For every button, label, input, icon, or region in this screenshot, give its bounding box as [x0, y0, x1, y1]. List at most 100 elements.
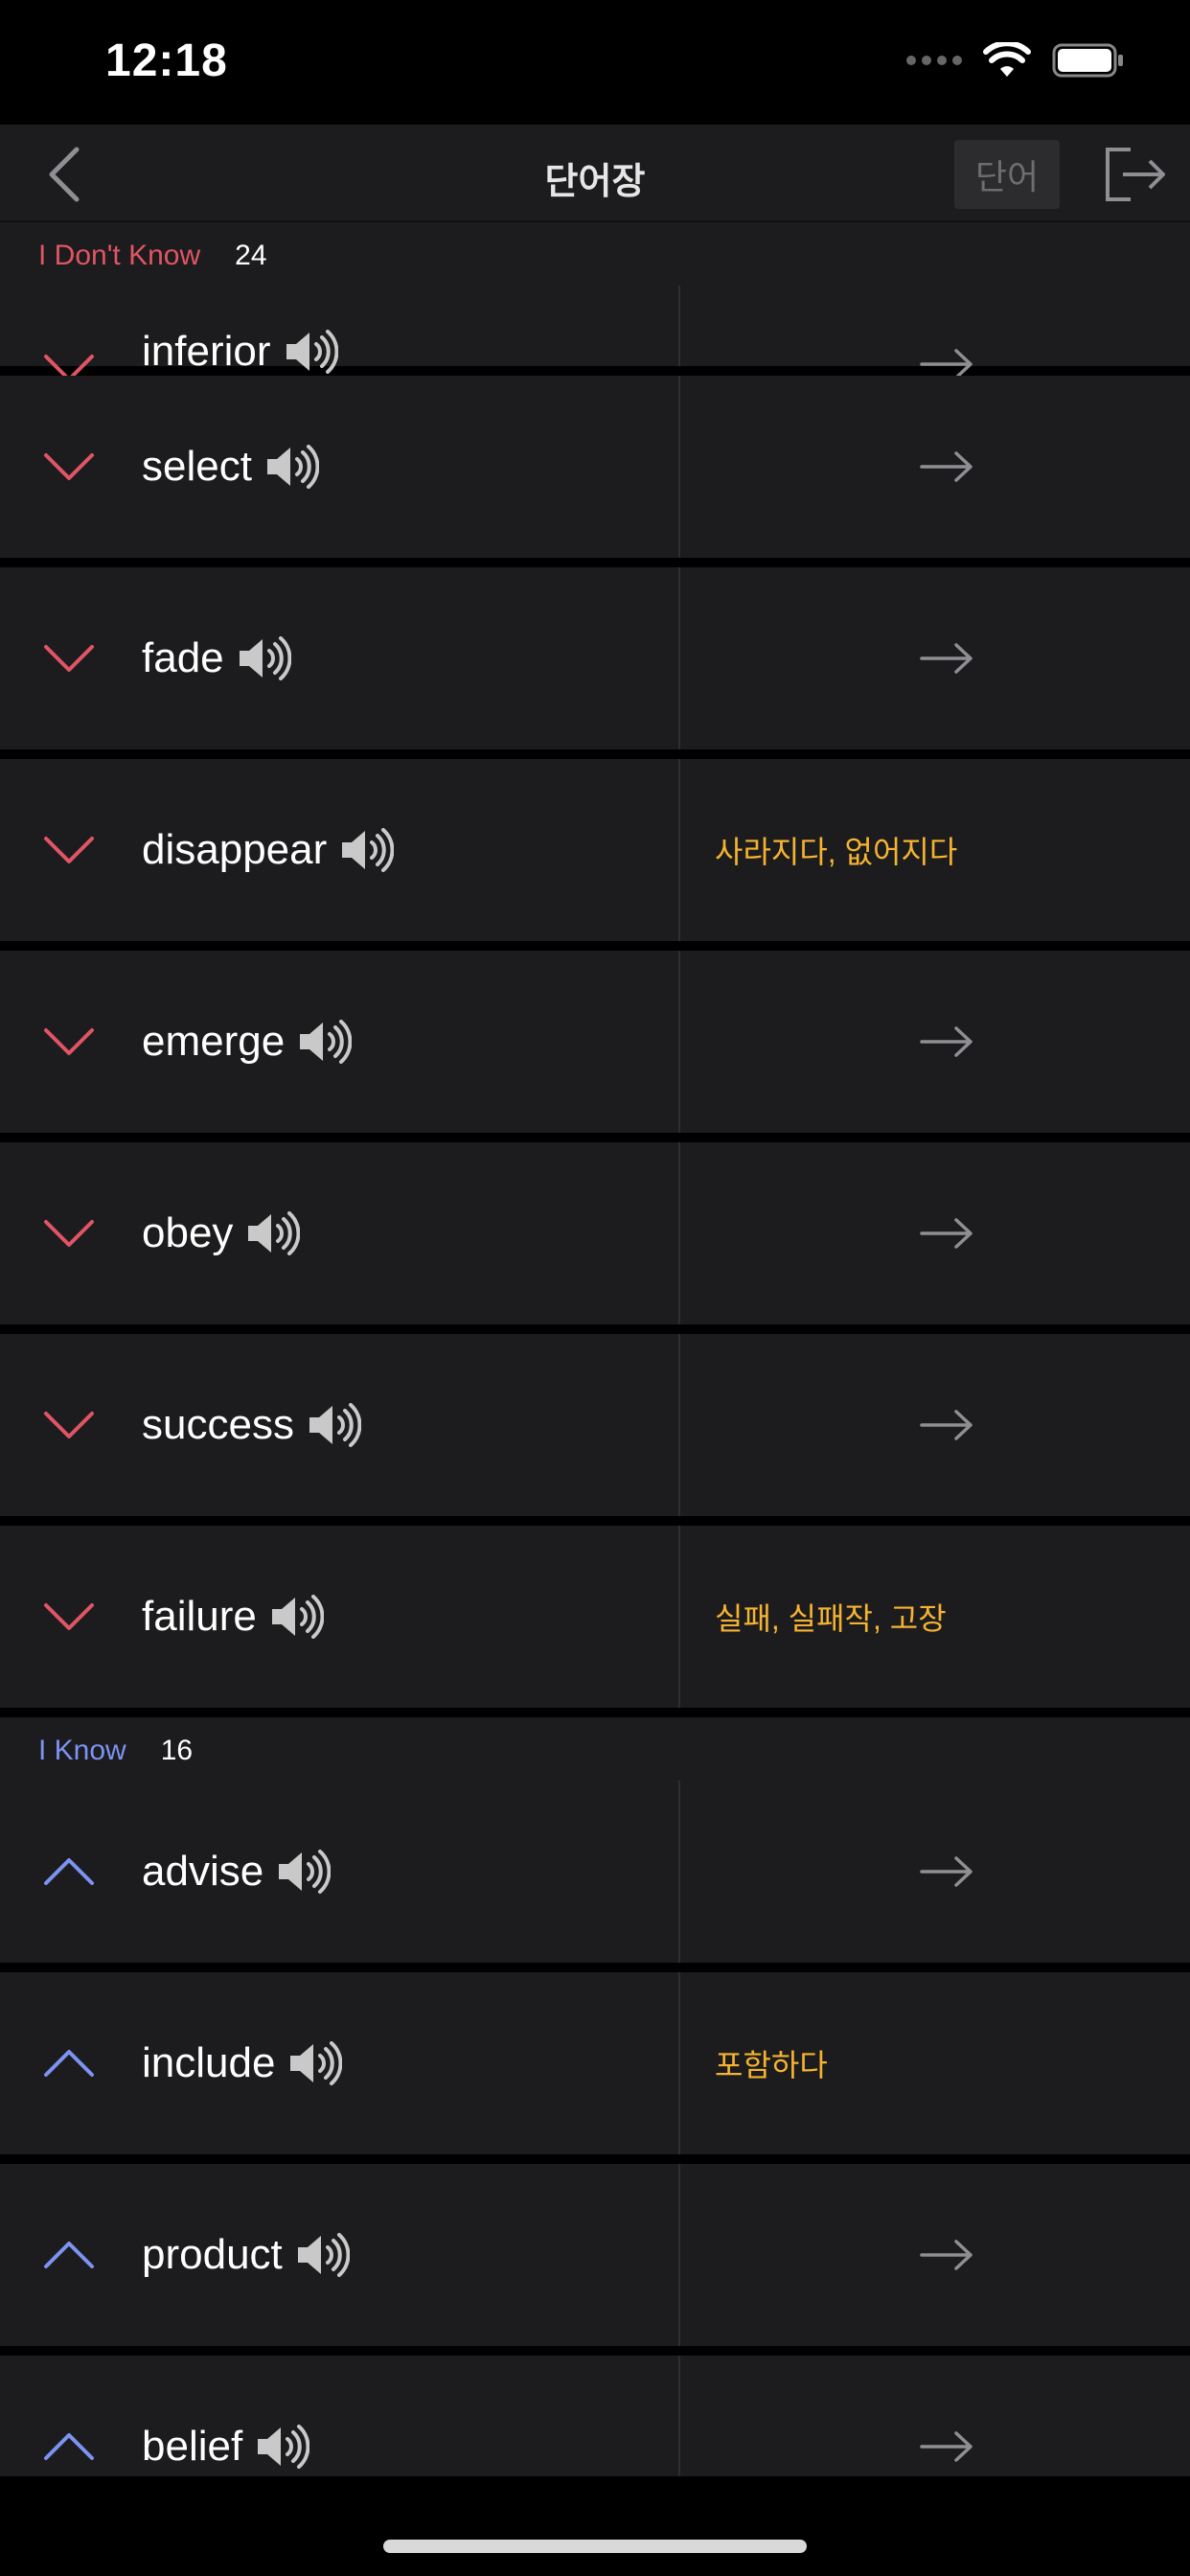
- meaning-cell[interactable]: [680, 1334, 1190, 1516]
- know-chevron-up-icon[interactable]: [42, 2429, 96, 2464]
- word-row[interactable]: success: [0, 1334, 1190, 1516]
- speaker-icon[interactable]: [296, 2233, 350, 2277]
- meaning-cell[interactable]: [680, 1781, 1190, 1963]
- dont-know-chevron-down-icon[interactable]: [42, 1408, 96, 1442]
- word-text: success: [142, 1401, 294, 1448]
- word-text: select: [142, 443, 252, 490]
- reveal-arrow-icon[interactable]: [918, 1408, 975, 1442]
- word-meaning: 실패, 실패작, 고장: [715, 1601, 947, 1636]
- word-row[interactable]: failure 실패, 실패작, 고장: [0, 1526, 1190, 1708]
- meaning-cell[interactable]: [680, 2356, 1190, 2476]
- meaning-cell[interactable]: 사라지다, 없어지다: [680, 759, 1190, 941]
- speaker-icon[interactable]: [298, 1020, 353, 1064]
- word-row[interactable]: obey: [0, 1142, 1190, 1324]
- section-header-know: I Know 16: [0, 1717, 1190, 1781]
- word-row[interactable]: emerge: [0, 951, 1190, 1133]
- word-cell[interactable]: inferior: [0, 286, 680, 381]
- word-text: obey: [142, 1209, 234, 1256]
- word-text: disappear: [142, 826, 328, 873]
- know-chevron-up-icon[interactable]: [42, 2046, 96, 2081]
- word-text: emerge: [142, 1018, 286, 1065]
- status-time: 12:18: [105, 35, 228, 86]
- word-entry: fade: [142, 634, 291, 682]
- word-entry: obey: [142, 1209, 301, 1257]
- word-list[interactable]: I Don't Know 24 inferior select fade disappea…: [0, 222, 1190, 2476]
- cellular-signal-icon: [906, 56, 962, 65]
- reveal-arrow-icon[interactable]: [918, 2238, 975, 2272]
- speaker-icon[interactable]: [246, 1211, 301, 1255]
- word-row[interactable]: fade: [0, 567, 1190, 749]
- word-cell[interactable]: belief: [0, 2356, 680, 2476]
- word-row[interactable]: advise: [0, 1781, 1190, 1963]
- word-cell[interactable]: disappear: [0, 759, 680, 941]
- word-text: fade: [142, 634, 224, 681]
- know-chevron-up-icon[interactable]: [42, 1854, 96, 1889]
- reveal-arrow-icon[interactable]: [918, 449, 975, 484]
- word-text: failure: [142, 1593, 257, 1640]
- speaker-icon[interactable]: [288, 2041, 343, 2085]
- reveal-arrow-icon[interactable]: [918, 1024, 975, 1059]
- word-entry: disappear: [142, 826, 395, 874]
- dont-know-chevron-down-icon[interactable]: [42, 641, 96, 676]
- meaning-cell[interactable]: [680, 2164, 1190, 2346]
- word-text: inferior: [142, 328, 271, 375]
- meaning-cell[interactable]: [680, 286, 1190, 380]
- word-row[interactable]: disappear 사라지다, 없어지다: [0, 759, 1190, 941]
- word-meaning: 포함하다: [715, 2048, 828, 2082]
- status-icons: [906, 42, 1125, 79]
- word-cell[interactable]: product: [0, 2164, 680, 2346]
- word-meaning: 사라지다, 없어지다: [715, 835, 958, 869]
- speaker-icon[interactable]: [340, 828, 395, 872]
- word-entry: success: [142, 1401, 361, 1449]
- speaker-icon[interactable]: [265, 445, 319, 489]
- word-entry: include: [142, 2039, 343, 2087]
- dont-know-chevron-down-icon[interactable]: [42, 1599, 96, 1634]
- wifi-icon: [983, 42, 1031, 77]
- section-count: 24: [235, 240, 267, 271]
- word-cell[interactable]: fade: [0, 567, 680, 749]
- dont-know-chevron-down-icon[interactable]: [42, 833, 96, 867]
- reveal-arrow-icon[interactable]: [918, 2429, 975, 2464]
- reveal-arrow-icon[interactable]: [918, 1854, 975, 1889]
- word-mode-button[interactable]: 단어: [954, 140, 1060, 209]
- meaning-cell[interactable]: [680, 567, 1190, 749]
- meaning-cell[interactable]: 포함하다: [680, 1972, 1190, 2154]
- nav-bar: 단어장 단어: [0, 125, 1190, 222]
- word-row[interactable]: include 포함하다: [0, 1972, 1190, 2154]
- word-row[interactable]: belief: [0, 2356, 1190, 2476]
- exit-icon[interactable]: [1102, 144, 1169, 205]
- word-entry: product: [142, 2231, 350, 2279]
- know-chevron-up-icon[interactable]: [42, 2238, 96, 2272]
- dont-know-chevron-down-icon[interactable]: [42, 449, 96, 484]
- meaning-cell[interactable]: [680, 951, 1190, 1133]
- word-cell[interactable]: obey: [0, 1142, 680, 1324]
- speaker-icon[interactable]: [277, 1850, 332, 1894]
- word-cell[interactable]: select: [0, 376, 680, 558]
- meaning-cell[interactable]: [680, 376, 1190, 558]
- word-row[interactable]: product: [0, 2164, 1190, 2346]
- section-label: I Know: [38, 1735, 126, 1766]
- word-cell[interactable]: emerge: [0, 951, 680, 1133]
- word-row[interactable]: inferior: [0, 286, 1190, 381]
- dont-know-chevron-down-icon[interactable]: [42, 1024, 96, 1059]
- word-text: belief: [142, 2423, 243, 2470]
- speaker-icon[interactable]: [285, 330, 338, 374]
- speaker-icon[interactable]: [270, 1595, 324, 1639]
- reveal-arrow-icon[interactable]: [918, 1216, 975, 1251]
- meaning-cell[interactable]: [680, 1142, 1190, 1324]
- word-entry: select: [142, 443, 319, 491]
- dont-know-chevron-down-icon[interactable]: [42, 1216, 96, 1251]
- section-count: 16: [160, 1735, 194, 1766]
- speaker-icon[interactable]: [238, 636, 291, 680]
- word-cell[interactable]: success: [0, 1334, 680, 1516]
- home-indicator[interactable]: [383, 2540, 807, 2553]
- speaker-icon[interactable]: [256, 2425, 310, 2469]
- meaning-cell[interactable]: 실패, 실패작, 고장: [680, 1526, 1190, 1708]
- word-cell[interactable]: failure: [0, 1526, 680, 1708]
- word-cell[interactable]: advise: [0, 1781, 680, 1963]
- word-text: advise: [142, 1848, 264, 1895]
- word-cell[interactable]: include: [0, 1972, 680, 2154]
- speaker-icon[interactable]: [308, 1403, 361, 1447]
- reveal-arrow-icon[interactable]: [918, 641, 975, 676]
- word-row[interactable]: select: [0, 376, 1190, 558]
